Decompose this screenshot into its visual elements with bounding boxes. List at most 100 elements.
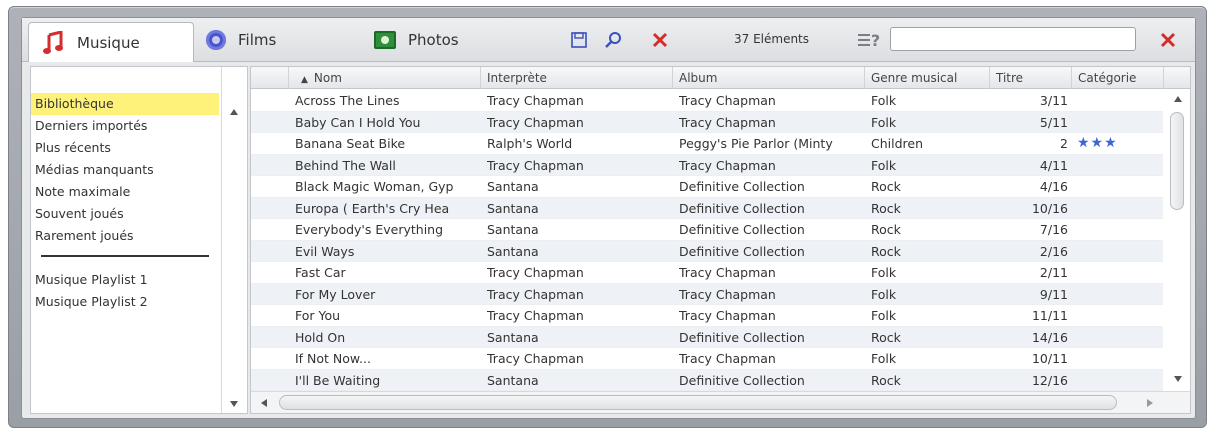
sidebar-divider	[41, 255, 209, 257]
table-scroll-down-icon[interactable]	[1174, 376, 1182, 382]
scroll-up-arrow-icon[interactable]	[230, 109, 238, 115]
sidebar-item-rarely-played[interactable]: Rarement joués	[31, 225, 219, 247]
column-header-track[interactable]: Titre	[990, 67, 1072, 89]
table-row[interactable]: Behind The Wall Tracy Chapman Tracy Chapma…	[251, 154, 1163, 176]
photo-icon	[374, 31, 396, 49]
column-header-artist[interactable]: Interprète	[481, 67, 673, 89]
cell-genre: Rock	[871, 243, 901, 259]
cell-track: 5/11	[1039, 114, 1068, 130]
cell-artist: Tracy Chapman	[487, 114, 584, 130]
sidebar-item-often-played[interactable]: Souvent joués	[31, 203, 219, 225]
cell-category	[1077, 370, 1161, 391]
table-row[interactable]: Everybody's Everything Santana Definitive …	[251, 219, 1163, 241]
help-button[interactable]: ?	[854, 28, 884, 52]
sidebar-item-top-rated[interactable]: Note maximale	[31, 181, 219, 203]
cell-track: 2	[1060, 136, 1068, 151]
table-row[interactable]: Hold On Santana Definitive Collection Rock 1…	[251, 326, 1163, 348]
cell-track: 2/16	[1039, 243, 1068, 259]
cell-category	[1077, 176, 1161, 197]
tab-music[interactable]: Musique	[28, 22, 194, 62]
cell-name: Black Magic Woman, Gyp	[295, 179, 454, 194]
table-vertical-scrollbar[interactable]	[1165, 90, 1190, 390]
table-row[interactable]: For My Lover Tracy Chapman Tracy Chapman Fo…	[251, 283, 1163, 305]
cell-track: 7/16	[1039, 222, 1068, 237]
table-row[interactable]: I'll Be Waiting Santana Definitive Collect…	[251, 369, 1163, 391]
cell-album: Tracy Chapman	[679, 308, 776, 323]
sidebar-item-playlist-2[interactable]: Musique Playlist 2	[31, 291, 219, 313]
column-header-album[interactable]: Album	[673, 67, 865, 89]
table-row[interactable]: Across The Lines Tracy Chapman Tracy Chapm…	[251, 90, 1163, 112]
cell-name: Europa ( Earth's Cry Hea	[295, 200, 450, 216]
cell-name: Hold On	[295, 329, 346, 345]
sidebar-scrollbar[interactable]	[221, 67, 247, 413]
horizontal-scroll-thumb[interactable]	[279, 395, 1117, 410]
cell-category: ★★★	[1077, 135, 1118, 151]
delete-button[interactable]	[648, 28, 672, 52]
cell-track: 3/11	[1039, 93, 1068, 108]
table-body: Across The Lines Tracy Chapman Tracy Chapm…	[251, 90, 1163, 391]
save-button[interactable]	[567, 28, 591, 52]
help-question-mark: ?	[870, 30, 881, 50]
cell-artist: Ralph's World	[487, 136, 573, 151]
cell-genre: Folk	[871, 93, 897, 108]
cell-name: Evil Ways	[295, 243, 355, 259]
cell-track: 9/11	[1039, 286, 1068, 302]
table-row[interactable]: Baby Can I Hold You Tracy Chapman Tracy Ch…	[251, 111, 1163, 133]
cell-name: Across The Lines	[295, 93, 400, 108]
cell-artist: Santana	[487, 243, 539, 259]
cell-track: 11/11	[1031, 308, 1068, 323]
table-scroll-up-icon[interactable]	[1174, 96, 1182, 102]
vertical-scroll-thumb[interactable]	[1170, 112, 1184, 210]
search-button[interactable]	[601, 28, 625, 52]
clear-search-button[interactable]	[1156, 28, 1180, 52]
cell-name: Behind The Wall	[295, 157, 396, 173]
search-input[interactable]	[890, 27, 1136, 51]
cell-category	[1077, 262, 1161, 283]
cell-artist: Santana	[487, 329, 539, 345]
scroll-right-arrow-icon[interactable]	[1147, 399, 1153, 407]
table-row[interactable]: For You Tracy Chapman Tracy Chapman Folk 11/…	[251, 305, 1163, 327]
scroll-left-arrow-icon[interactable]	[261, 399, 267, 407]
column-header-name[interactable]: ▲ Nom	[289, 67, 481, 89]
cell-album: Tracy Chapman	[679, 114, 776, 130]
cell-artist: Tracy Chapman	[487, 351, 584, 366]
cell-genre: Folk	[871, 351, 897, 366]
sidebar-item-recently-imported[interactable]: Derniers importés	[31, 115, 219, 137]
table-row[interactable]: Black Magic Woman, Gyp Santana Definitive …	[251, 176, 1163, 198]
cell-album: Peggy's Pie Parlor (Minty	[679, 136, 833, 151]
sidebar-item-most-recent[interactable]: Plus récents	[31, 137, 219, 159]
tab-photos[interactable]: Photos	[374, 24, 459, 56]
cell-genre: Folk	[871, 286, 897, 302]
cell-name: If Not Now...	[295, 351, 371, 366]
cell-track: 4/11	[1039, 157, 1068, 173]
table-horizontal-scrollbar[interactable]	[251, 391, 1190, 413]
cell-album: Tracy Chapman	[679, 265, 776, 280]
clear-search-icon	[1160, 32, 1176, 48]
table-row[interactable]: Banana Seat Bike Ralph's World Peggy's Pie…	[251, 133, 1163, 155]
column-header-spacer	[251, 67, 289, 89]
cell-name: Baby Can I Hold You	[295, 114, 421, 130]
sidebar-item-library[interactable]: Bibliothèque	[31, 93, 219, 115]
cell-genre: Rock	[871, 222, 901, 237]
tab-photos-label: Photos	[408, 31, 459, 49]
table-row[interactable]: Fast Car Tracy Chapman Tracy Chapman Folk 2/…	[251, 262, 1163, 284]
cell-category	[1077, 348, 1161, 369]
cell-name: For My Lover	[295, 286, 376, 302]
column-header-genre[interactable]: Genre musical	[865, 67, 990, 89]
tab-music-label: Musique	[77, 33, 140, 52]
sidebar-item-playlist-1[interactable]: Musique Playlist 1	[31, 269, 219, 291]
cell-artist: Santana	[487, 222, 539, 237]
app-frame: Musique Films Photos 37 Eléments ? Bibli…	[8, 6, 1207, 428]
cell-genre: Rock	[871, 329, 901, 345]
column-header-category[interactable]: Catégorie	[1072, 67, 1164, 89]
sidebar-item-missing-media[interactable]: Médias manquants	[31, 159, 219, 181]
cell-track: 12/16	[1031, 372, 1068, 388]
table-row[interactable]: If Not Now... Tracy Chapman Tracy Chapman F…	[251, 348, 1163, 370]
table-row[interactable]: Evil Ways Santana Definitive Collection Roc…	[251, 240, 1163, 262]
scroll-down-arrow-icon[interactable]	[230, 401, 238, 407]
table-row[interactable]: Europa ( Earth's Cry Hea Santana Definitiv…	[251, 197, 1163, 219]
tab-films[interactable]: Films	[206, 24, 276, 56]
cell-track: 14/16	[1031, 329, 1068, 345]
cell-album: Tracy Chapman	[679, 93, 776, 108]
cell-genre: Rock	[871, 372, 901, 388]
